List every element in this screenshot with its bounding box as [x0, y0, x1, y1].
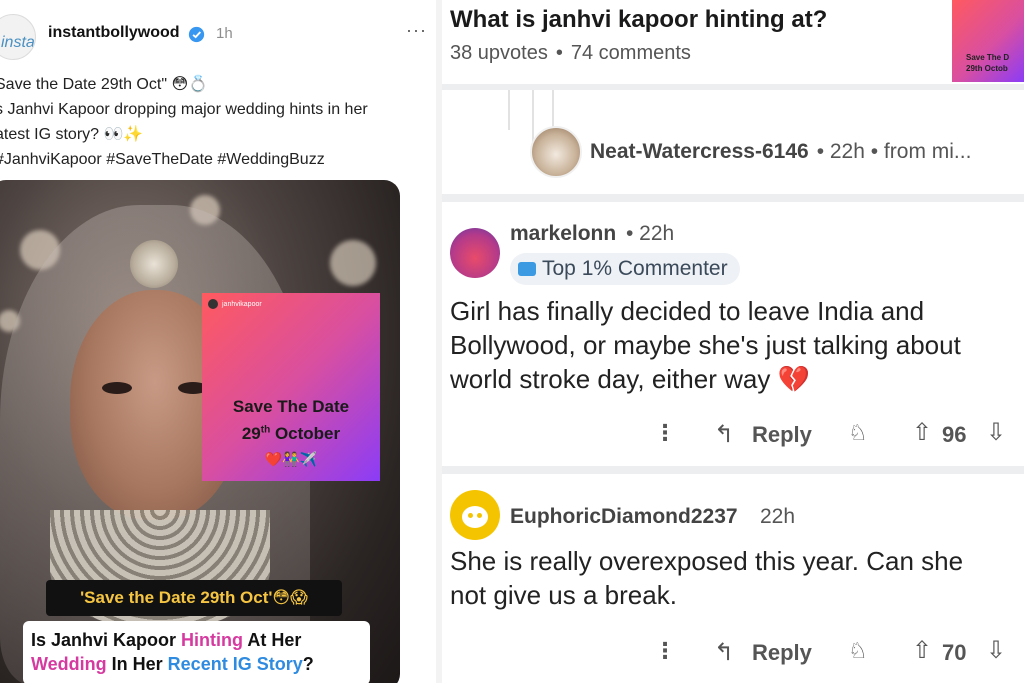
post-image[interactable]: janhvikapoor Save The Date 29th October … — [0, 180, 400, 683]
verified-badge-icon — [188, 26, 205, 43]
eye — [102, 382, 132, 394]
story-handle: janhvikapoor — [222, 300, 262, 308]
post-time: 1h — [216, 25, 233, 42]
story-date-day: 29 — [241, 424, 261, 443]
post-thumbnail[interactable]: Save The D 29th Octob — [952, 0, 1024, 82]
vote-score: 96 — [942, 422, 967, 447]
comment-line: not give us a break. — [450, 580, 677, 610]
caption-line: Save the Date 29th Oct" 😳💍 — [0, 76, 209, 93]
comment-line: She is really overexposed this year. Can… — [450, 546, 964, 576]
headline-part: Hinting — [181, 630, 244, 650]
reply-meta: • 22h • from mi... — [816, 140, 972, 163]
more-options-icon[interactable]: ⋮ — [654, 420, 676, 446]
headline-part: Wedding — [31, 654, 107, 674]
header-separator — [442, 84, 1024, 90]
bokeh-light — [330, 240, 376, 286]
more-options-icon[interactable]: ··· — [406, 20, 427, 41]
thread-line — [508, 90, 510, 130]
comment-line: Girl has finally decided to leave India … — [450, 296, 925, 326]
headline-banner-quote: 'Save the Date 29th Oct'😳😱 — [46, 580, 342, 616]
comment-username[interactable]: EuphoricDiamond2237 — [510, 505, 738, 529]
account-username[interactable]: instantbollywood — [48, 24, 180, 42]
comment-actions: ⋮ ↰ Reply ♘ ⇧ 70 ⇩ — [442, 634, 1024, 674]
upvote-icon[interactable]: ⇧ — [912, 636, 932, 665]
downvote-icon[interactable]: ⇩ — [986, 636, 1006, 665]
story-title: Save The Date — [232, 397, 350, 416]
thumbnail-text: Save The D 29th Octob — [966, 52, 1009, 74]
upvote-icon[interactable]: ⇧ — [912, 418, 932, 447]
award-icon[interactable]: ♘ — [848, 420, 868, 446]
comment-body: Girl has finally decided to leave India … — [450, 294, 961, 396]
user-avatar[interactable] — [530, 126, 582, 178]
thumbnail-line: 29th Octob — [966, 64, 1008, 73]
reply-icon[interactable]: ↰ — [714, 638, 734, 667]
snoo-head — [462, 506, 488, 528]
reply-icon[interactable]: ↰ — [714, 420, 734, 449]
story-emojis: ❤️👫✈️ — [264, 451, 318, 467]
story-date-month: October — [274, 424, 341, 443]
comment-line: Bollywood, or maybe she's just talking a… — [450, 330, 961, 360]
headline-banner-question: Is Janhvi Kapoor Hinting At Her Wedding I… — [23, 621, 370, 683]
thread-line — [552, 90, 554, 130]
reply-preview[interactable]: Neat-Watercress-6146 • 22h • from mi... — [530, 126, 971, 178]
headline-part: Recent IG Story — [167, 654, 303, 674]
separator-dot: • — [555, 42, 563, 64]
headline-part: At Her — [243, 630, 302, 650]
flair-text: Top 1% Commenter — [542, 257, 728, 280]
award-icon[interactable]: ♘ — [848, 638, 868, 664]
post-title[interactable]: What is janhvi kapoor hinting at? — [450, 6, 827, 34]
story-date-suffix: th — [260, 424, 271, 436]
upvote-count: 38 upvotes — [450, 42, 548, 64]
snoo-eye — [477, 513, 482, 518]
post-stats: 38 upvotes • 74 comments — [450, 42, 691, 65]
reddit-thread: What is janhvi kapoor hinting at? 38 upv… — [442, 0, 1024, 683]
comment-username[interactable]: markelonn — [510, 222, 616, 246]
vote-score: 70 — [942, 640, 967, 665]
headline-part: In Her — [106, 654, 168, 674]
snoo-eye — [468, 513, 473, 518]
comment-separator — [442, 466, 1024, 474]
user-avatar[interactable] — [450, 228, 500, 278]
comment-separator — [442, 194, 1024, 202]
comment-count[interactable]: 74 comments — [571, 42, 691, 64]
story-avatar — [208, 299, 218, 309]
caption-hashtags[interactable]: #JanhviKapoor #SaveTheDate #WeddingBuzz — [0, 147, 425, 172]
reply-username[interactable]: Neat-Watercress-6146 — [590, 140, 809, 164]
comment-line: world stroke day, either way 💔 — [450, 364, 810, 394]
comment-time: 22h — [760, 505, 796, 528]
more-options-icon[interactable]: ⋮ — [654, 638, 676, 664]
post-header: insta instantbollywood 1h ··· — [0, 0, 436, 70]
reply-button[interactable]: Reply — [752, 640, 812, 666]
story-date: 29th October — [202, 424, 380, 444]
headline-part: ? — [302, 654, 314, 674]
user-flair: Top 1% Commenter — [510, 253, 740, 285]
reply-button[interactable]: Reply — [752, 422, 812, 448]
maang-tikka — [130, 240, 178, 288]
comment-time: • 22h — [626, 222, 675, 245]
post-caption: Save the Date 29th Oct" 😳💍 s Janhvi Kapo… — [0, 72, 425, 172]
instagram-post: insta instantbollywood 1h ··· Save the D… — [0, 0, 436, 683]
comment-actions: ⋮ ↰ Reply ♘ ⇧ 96 ⇩ — [442, 416, 1024, 456]
ig-story-screenshot: janhvikapoor Save The Date 29th October … — [202, 293, 380, 481]
caption-line: s Janhvi Kapoor dropping major wedding h… — [0, 101, 368, 118]
thumbnail-line: Save The D — [966, 53, 1010, 62]
caption-line: atest IG story? 👀✨ — [0, 126, 144, 143]
user-avatar[interactable] — [450, 490, 500, 540]
downvote-icon[interactable]: ⇩ — [986, 418, 1006, 447]
story-header: janhvikapoor — [208, 299, 262, 309]
account-avatar[interactable]: insta — [0, 14, 36, 60]
headline-part: Is Janhvi Kapoor — [31, 630, 182, 650]
avatar-text: insta — [1, 34, 35, 51]
flair-icon — [518, 262, 536, 276]
comment-body: She is really overexposed this year. Can… — [450, 544, 963, 612]
